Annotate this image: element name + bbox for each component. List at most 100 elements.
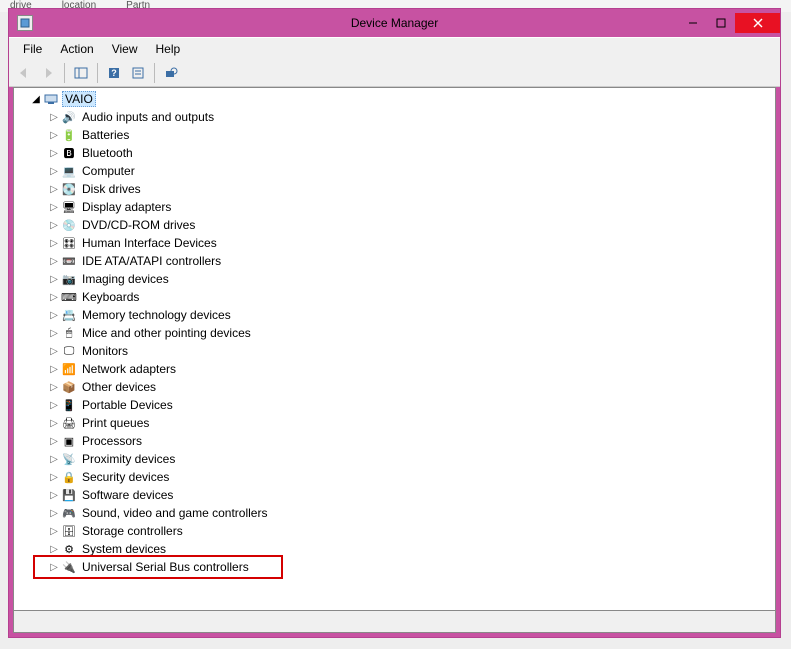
- menu-help[interactable]: Help: [148, 40, 189, 58]
- tree-item[interactable]: ▷📇Memory technology devices: [14, 306, 775, 324]
- menu-view[interactable]: View: [104, 40, 146, 58]
- device-category-icon: 📡: [61, 451, 77, 467]
- expander-icon[interactable]: ▷: [48, 148, 60, 159]
- statusbar: [13, 611, 776, 633]
- tree-item-label: Monitors: [80, 344, 128, 358]
- minimize-button[interactable]: [679, 13, 707, 33]
- expander-icon[interactable]: ▷: [48, 346, 60, 357]
- device-category-icon: 🗄: [61, 523, 77, 539]
- menu-file[interactable]: File: [15, 40, 50, 58]
- device-tree[interactable]: ◢ VAIO ▷🔊Audio inputs and outputs▷🔋Batte…: [13, 87, 776, 611]
- tree-item-label: Audio inputs and outputs: [80, 110, 214, 124]
- titlebar[interactable]: Device Manager: [9, 9, 780, 37]
- expander-icon[interactable]: ▷: [48, 220, 60, 231]
- forward-button: [37, 62, 59, 84]
- tree-item[interactable]: ▷💾Software devices: [14, 486, 775, 504]
- tree-item[interactable]: ▷📡Proximity devices: [14, 450, 775, 468]
- tree-item-label: Computer: [80, 164, 135, 178]
- expander-icon[interactable]: ▷: [48, 292, 60, 303]
- tree-item[interactable]: ▷🖥Display adapters: [14, 198, 775, 216]
- close-button[interactable]: [735, 13, 780, 33]
- tree-item[interactable]: ▷⌨Keyboards: [14, 288, 775, 306]
- device-category-icon: 💾: [61, 487, 77, 503]
- device-category-icon: 🔋: [61, 127, 77, 143]
- expander-icon[interactable]: ▷: [48, 490, 60, 501]
- tree-item[interactable]: ▷🎮Sound, video and game controllers: [14, 504, 775, 522]
- expander-icon[interactable]: ▷: [48, 274, 60, 285]
- expander-icon[interactable]: ▷: [48, 382, 60, 393]
- device-category-icon: ▣: [61, 433, 77, 449]
- tree-item-label: Mice and other pointing devices: [80, 326, 251, 340]
- tree-item-label: Disk drives: [80, 182, 141, 196]
- expander-icon[interactable]: ▷: [48, 418, 60, 429]
- tree-item[interactable]: ▷🔒Security devices: [14, 468, 775, 486]
- device-category-icon: ⌨: [61, 289, 77, 305]
- expander-icon[interactable]: ▷: [48, 310, 60, 321]
- expander-icon[interactable]: ▷: [48, 112, 60, 123]
- device-category-icon: 🖵: [61, 343, 77, 359]
- expander-icon[interactable]: ▷: [48, 400, 60, 411]
- tree-item-label: Universal Serial Bus controllers: [80, 560, 249, 574]
- expander-icon[interactable]: ▷: [48, 256, 60, 267]
- device-category-icon: 📷: [61, 271, 77, 287]
- expander-icon[interactable]: ▷: [48, 562, 60, 573]
- expander-icon[interactable]: ▷: [48, 166, 60, 177]
- tree-item[interactable]: ▷💻Computer: [14, 162, 775, 180]
- tree-item[interactable]: ▷📼IDE ATA/ATAPI controllers: [14, 252, 775, 270]
- tree-item-label: Display adapters: [80, 200, 171, 214]
- tree-item[interactable]: ▷🔊Audio inputs and outputs: [14, 108, 775, 126]
- expander-icon[interactable]: ▷: [48, 364, 60, 375]
- tree-item-label: Print queues: [80, 416, 149, 430]
- device-category-icon: 💻: [61, 163, 77, 179]
- properties-button[interactable]: [127, 62, 149, 84]
- expander-icon[interactable]: ◢: [30, 94, 42, 105]
- tree-item[interactable]: ▷⚙System devices: [14, 540, 775, 558]
- expander-icon[interactable]: ▷: [48, 130, 60, 141]
- tree-item-label: Processors: [80, 434, 142, 448]
- device-category-icon: 🖥: [61, 199, 77, 215]
- expander-icon[interactable]: ▷: [48, 544, 60, 555]
- tree-item[interactable]: ▷🖨Print queues: [14, 414, 775, 432]
- tree-item[interactable]: ▷🔌Universal Serial Bus controllers: [14, 558, 775, 576]
- expander-icon[interactable]: ▷: [48, 472, 60, 483]
- menubar: File Action View Help: [9, 37, 780, 59]
- tree-item[interactable]: ▷📷Imaging devices: [14, 270, 775, 288]
- help-button[interactable]: ?: [103, 62, 125, 84]
- tree-item-label: Software devices: [80, 488, 173, 502]
- tree-item-label: Network adapters: [80, 362, 176, 376]
- scan-hardware-button[interactable]: [160, 62, 182, 84]
- expander-icon[interactable]: ▷: [48, 184, 60, 195]
- expander-icon[interactable]: ▷: [48, 202, 60, 213]
- tree-item[interactable]: ▷📶Network adapters: [14, 360, 775, 378]
- expander-icon[interactable]: ▷: [48, 238, 60, 249]
- tree-item[interactable]: ▷🖱Mice and other pointing devices: [14, 324, 775, 342]
- device-category-icon: ⚙: [61, 541, 77, 557]
- menu-action[interactable]: Action: [52, 40, 101, 58]
- tree-item[interactable]: ▷🔋Batteries: [14, 126, 775, 144]
- show-hide-tree-button[interactable]: [70, 62, 92, 84]
- expander-icon[interactable]: ▷: [48, 328, 60, 339]
- tree-item-label: Security devices: [80, 470, 169, 484]
- tree-item[interactable]: ▷▣Processors: [14, 432, 775, 450]
- tree-item[interactable]: ▷📱Portable Devices: [14, 396, 775, 414]
- expander-icon[interactable]: ▷: [48, 436, 60, 447]
- tree-item[interactable]: ▷💿DVD/CD-ROM drives: [14, 216, 775, 234]
- tree-item-label: Proximity devices: [80, 452, 175, 466]
- maximize-button[interactable]: [707, 13, 735, 33]
- tree-item[interactable]: ▷🅱Bluetooth: [14, 144, 775, 162]
- tree-item[interactable]: ▷📦Other devices: [14, 378, 775, 396]
- tree-item[interactable]: ▷🗄Storage controllers: [14, 522, 775, 540]
- tree-item-label: Bluetooth: [80, 146, 133, 160]
- expander-icon[interactable]: ▷: [48, 454, 60, 465]
- tree-item-label: System devices: [80, 542, 166, 556]
- expander-icon[interactable]: ▷: [48, 508, 60, 519]
- tree-item[interactable]: ▷🎛Human Interface Devices: [14, 234, 775, 252]
- device-category-icon: 🔊: [61, 109, 77, 125]
- device-category-icon: 🎛: [61, 235, 77, 251]
- tree-item[interactable]: ▷🖵Monitors: [14, 342, 775, 360]
- expander-icon[interactable]: ▷: [48, 526, 60, 537]
- tree-item[interactable]: ▷💽Disk drives: [14, 180, 775, 198]
- device-category-icon: 🔌: [61, 559, 77, 575]
- tree-root[interactable]: ◢ VAIO: [14, 90, 775, 108]
- device-category-icon: 📇: [61, 307, 77, 323]
